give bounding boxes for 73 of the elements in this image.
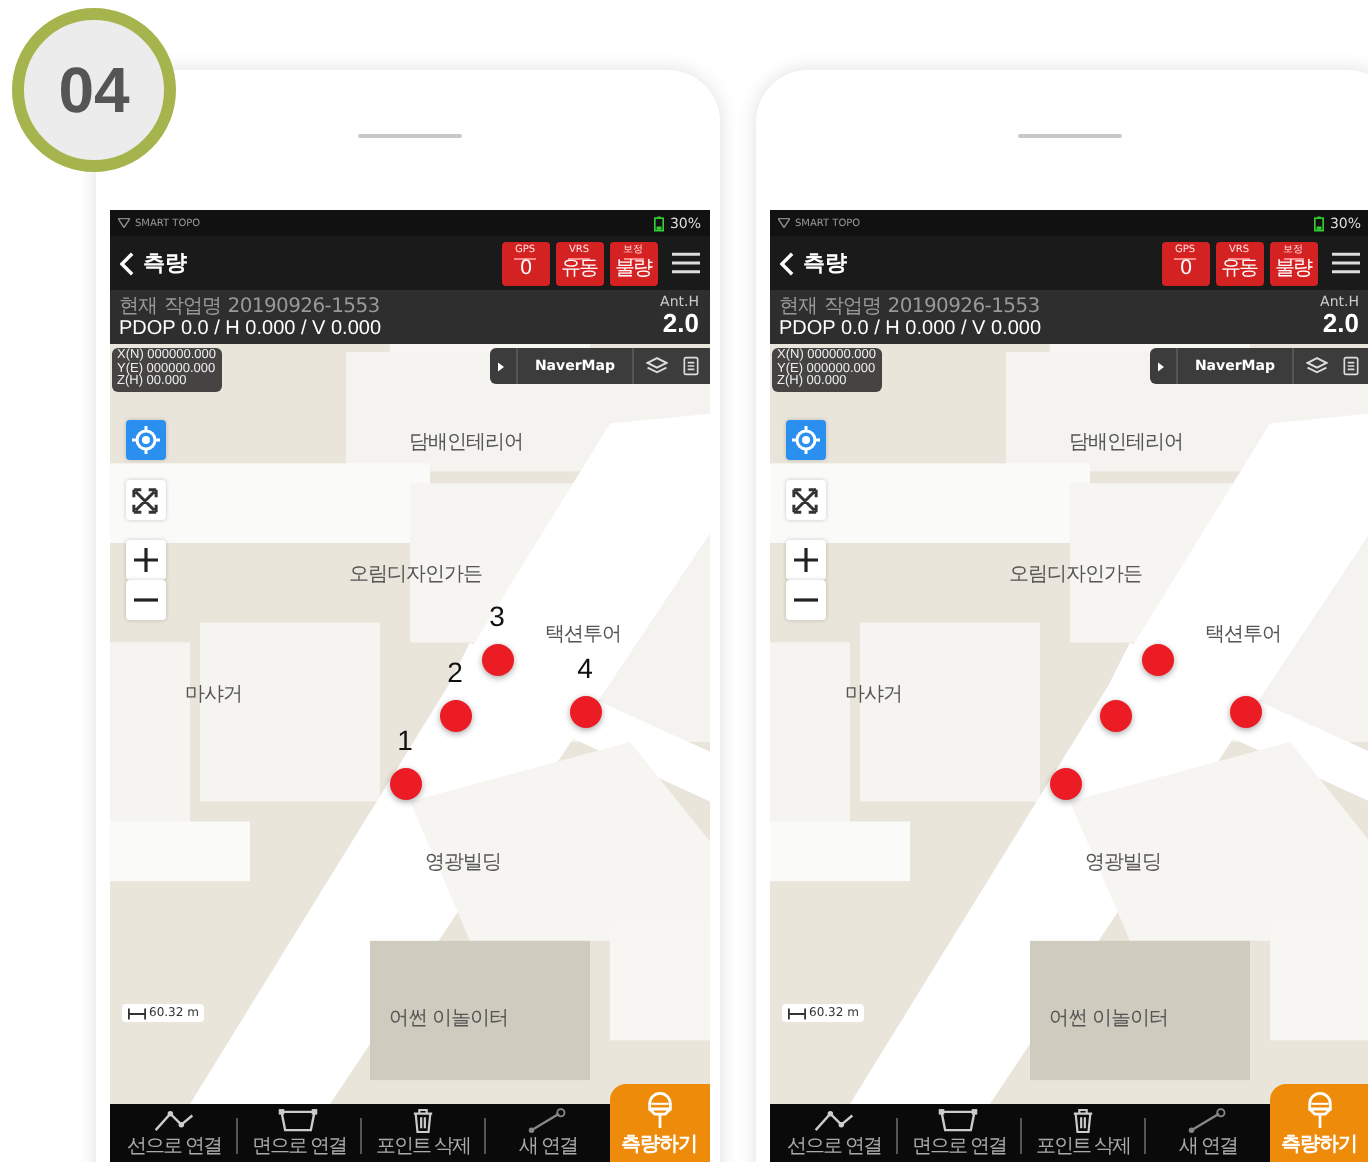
point-number: 4 — [575, 652, 595, 684]
caret-icon[interactable] — [498, 361, 505, 371]
place-label: 담배인테리어 — [1069, 430, 1183, 456]
tool-button[interactable]: 새 연결 — [486, 1104, 609, 1160]
scale-icon — [127, 1007, 145, 1019]
zoom-out-button[interactable] — [125, 580, 165, 620]
place-label: 영광빌딩 — [1085, 850, 1161, 876]
layers-icon[interactable] — [1305, 356, 1327, 376]
back-icon[interactable] — [779, 251, 793, 275]
expand-arrows-icon — [792, 487, 818, 513]
place-label: 담배인테리어 — [409, 430, 523, 456]
tool-button[interactable]: 면으로 연결 — [237, 1104, 360, 1160]
place-label: 영광빌딩 — [425, 850, 501, 876]
tool-button[interactable]: 선으로 연결 — [113, 1104, 236, 1160]
antenna-height-value: 2.0 — [662, 310, 699, 339]
plus-icon — [793, 548, 817, 572]
step-badge: 04 — [12, 8, 176, 172]
job-name: 현재 작업명 20190926-1553 — [119, 295, 382, 317]
polyline-icon — [812, 1108, 857, 1134]
layers-icon[interactable] — [645, 356, 667, 376]
menu-icon[interactable] — [1331, 252, 1359, 274]
scale-icon — [787, 1007, 805, 1019]
place-label: 마샤거 — [185, 682, 242, 708]
battery-icon — [653, 215, 664, 231]
expand-arrows-icon — [132, 487, 158, 513]
line-segment-icon — [525, 1108, 570, 1134]
antenna-height-value: 2.0 — [1322, 310, 1359, 339]
screen-title: 측량 — [803, 248, 847, 278]
caret-icon[interactable] — [1158, 361, 1165, 371]
place-label: 마샤거 — [845, 682, 902, 708]
tool-button[interactable]: 새 연결 — [1146, 1104, 1269, 1160]
tool-button[interactable]: 면으로 연결 — [897, 1104, 1020, 1160]
my-location-button[interactable] — [125, 420, 165, 460]
battery-icon — [1313, 215, 1324, 231]
trash-icon — [1072, 1108, 1095, 1134]
plus-icon — [133, 548, 157, 572]
line-segment-icon — [1185, 1108, 1230, 1134]
point-number: 2 — [445, 656, 465, 688]
crosshair-icon — [791, 426, 819, 454]
dop-reading: PDOP 0.0 / H 0.000 / V 0.000 — [119, 317, 382, 339]
zoom-in-button[interactable] — [125, 540, 165, 580]
receiver-icon — [645, 1090, 673, 1128]
receiver-icon — [1305, 1090, 1333, 1128]
my-location-button[interactable] — [785, 420, 825, 460]
crosshair-icon — [131, 426, 159, 454]
polygon-icon — [276, 1108, 321, 1134]
point-number: 1 — [395, 724, 415, 756]
signal-icon — [117, 218, 129, 228]
polygon-icon — [936, 1108, 981, 1134]
list-icon[interactable] — [679, 356, 701, 376]
tool-button[interactable]: 선으로 연결 — [773, 1104, 896, 1160]
back-icon[interactable] — [119, 251, 133, 275]
zoom-out-button[interactable] — [785, 580, 825, 620]
dop-reading: PDOP 0.0 / H 0.000 / V 0.000 — [779, 317, 1042, 339]
place-label: 오림디자인가든 — [349, 562, 482, 588]
signal-icon — [777, 218, 789, 228]
zoom-in-button[interactable] — [785, 540, 825, 580]
tool-button[interactable]: 포인트 삭제 — [362, 1104, 485, 1160]
place-label: 택션투어 — [545, 622, 621, 648]
place-label: 어썬 이놀이터 — [389, 1006, 509, 1032]
trash-icon — [412, 1108, 435, 1134]
place-label: 택션투어 — [1205, 622, 1281, 648]
fit-extent-button[interactable] — [125, 480, 165, 520]
job-name: 현재 작업명 20190926-1553 — [779, 295, 1042, 317]
list-icon[interactable] — [1339, 356, 1361, 376]
screen-title: 측량 — [143, 248, 187, 278]
point-number: 3 — [487, 600, 507, 632]
place-label: 어썬 이놀이터 — [1049, 1006, 1169, 1032]
fit-extent-button[interactable] — [785, 480, 825, 520]
tool-button[interactable]: 포인트 삭제 — [1022, 1104, 1145, 1160]
polyline-icon — [152, 1108, 197, 1134]
menu-icon[interactable] — [671, 252, 699, 274]
place-label: 오림디자인가든 — [1009, 562, 1142, 588]
